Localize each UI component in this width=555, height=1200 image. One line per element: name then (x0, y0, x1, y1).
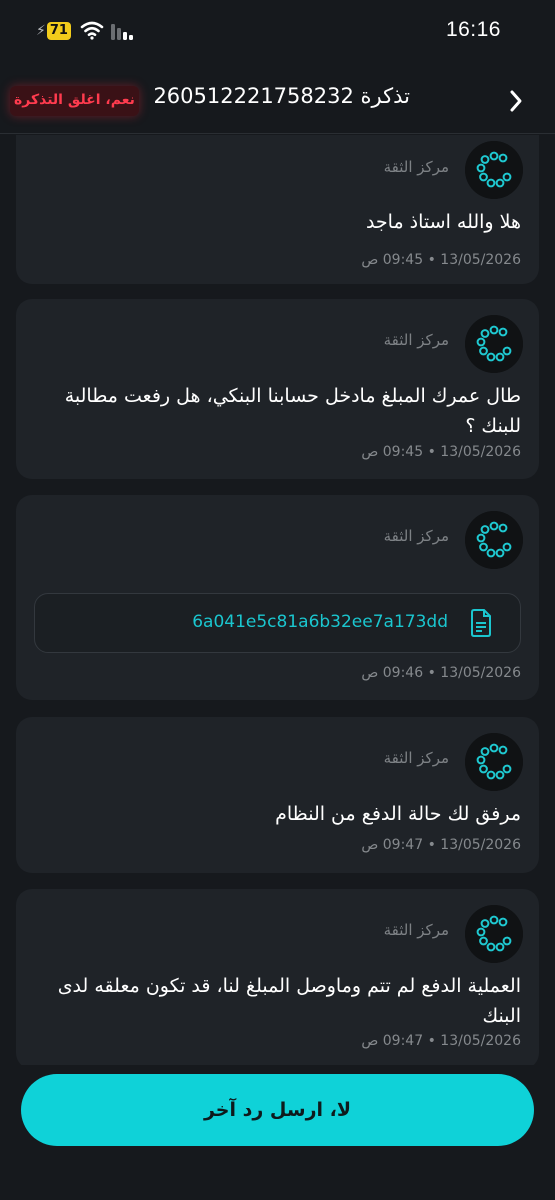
trust-center-avatar-icon (465, 905, 523, 963)
trust-center-avatar-icon (465, 733, 523, 791)
sender-name: مركز الثقة (383, 158, 449, 176)
message-card: مركز الثقة هلا والله استاذ ماجد 13/05/20… (16, 135, 539, 284)
message-text: العملية الدفع لم تتم وماوصل المبلغ لنا، … (57, 975, 521, 1027)
trust-center-avatar-icon (465, 141, 523, 199)
trust-center-avatar-icon (465, 511, 523, 569)
document-icon (471, 609, 491, 637)
back-chevron-icon[interactable] (505, 88, 527, 114)
close-ticket-button[interactable]: نعم، اغلق التذكرة (10, 86, 139, 116)
message-timestamp: 13/05/2026 • 09:45 ص (361, 444, 521, 460)
message-card: مركز الثقة طال عمرك المبلغ مادخل حسابنا … (16, 299, 539, 479)
trust-center-avatar-icon (465, 315, 523, 373)
status-bar: ⚡ 71 16:16 (0, 0, 555, 64)
message-timestamp: 13/05/2026 • 09:47 ص (361, 837, 521, 853)
message-timestamp: 13/05/2026 • 09:46 ص (361, 665, 521, 681)
charging-bolt-icon: ⚡ (36, 23, 46, 39)
sender-name: مركز الثقة (383, 921, 449, 939)
sender-name: مركز الثقة (383, 527, 449, 545)
sender-name: مركز الثقة (383, 331, 449, 349)
clock: 16:16 (445, 18, 501, 41)
message-card: مركز الثقة العملية الدفع لم تتم وماوصل ا… (16, 889, 539, 1065)
ticket-header: نعم، اغلق التذكرة تذكرة 260512221758232 (0, 64, 555, 134)
file-attachment[interactable]: 6a041e5c81a6b32ee7a173dd (34, 593, 521, 653)
battery-indicator: ⚡ 71 (36, 20, 72, 42)
message-list[interactable]: مركز الثقة هلا والله استاذ ماجد 13/05/20… (0, 135, 555, 1065)
sender-name: مركز الثقة (383, 749, 449, 767)
attachment-filename[interactable]: 6a041e5c81a6b32ee7a173dd (192, 612, 448, 632)
message-card: مركز الثقة 6a041e5c81a6b32ee7a173dd 13/0… (16, 495, 539, 700)
message-text: طال عمرك المبلغ مادخل حسابنا البنكي، هل … (64, 385, 521, 437)
message-timestamp: 13/05/2026 • 09:45 ص (361, 252, 521, 268)
ticket-title: تذكرة 260512221758232 (153, 84, 410, 108)
message-text: هلا والله استاذ ماجد (365, 211, 521, 233)
message-timestamp: 13/05/2026 • 09:47 ص (361, 1033, 521, 1049)
message-card: مركز الثقة مرفق لك حالة الدفع من النظام … (16, 717, 539, 873)
signal-icon (111, 24, 133, 40)
message-text: مرفق لك حالة الدفع من النظام (275, 803, 521, 825)
battery-level: 71 (46, 22, 71, 40)
send-another-reply-button[interactable]: لا، ارسل رد آخر (21, 1074, 534, 1146)
wifi-icon (80, 21, 104, 40)
